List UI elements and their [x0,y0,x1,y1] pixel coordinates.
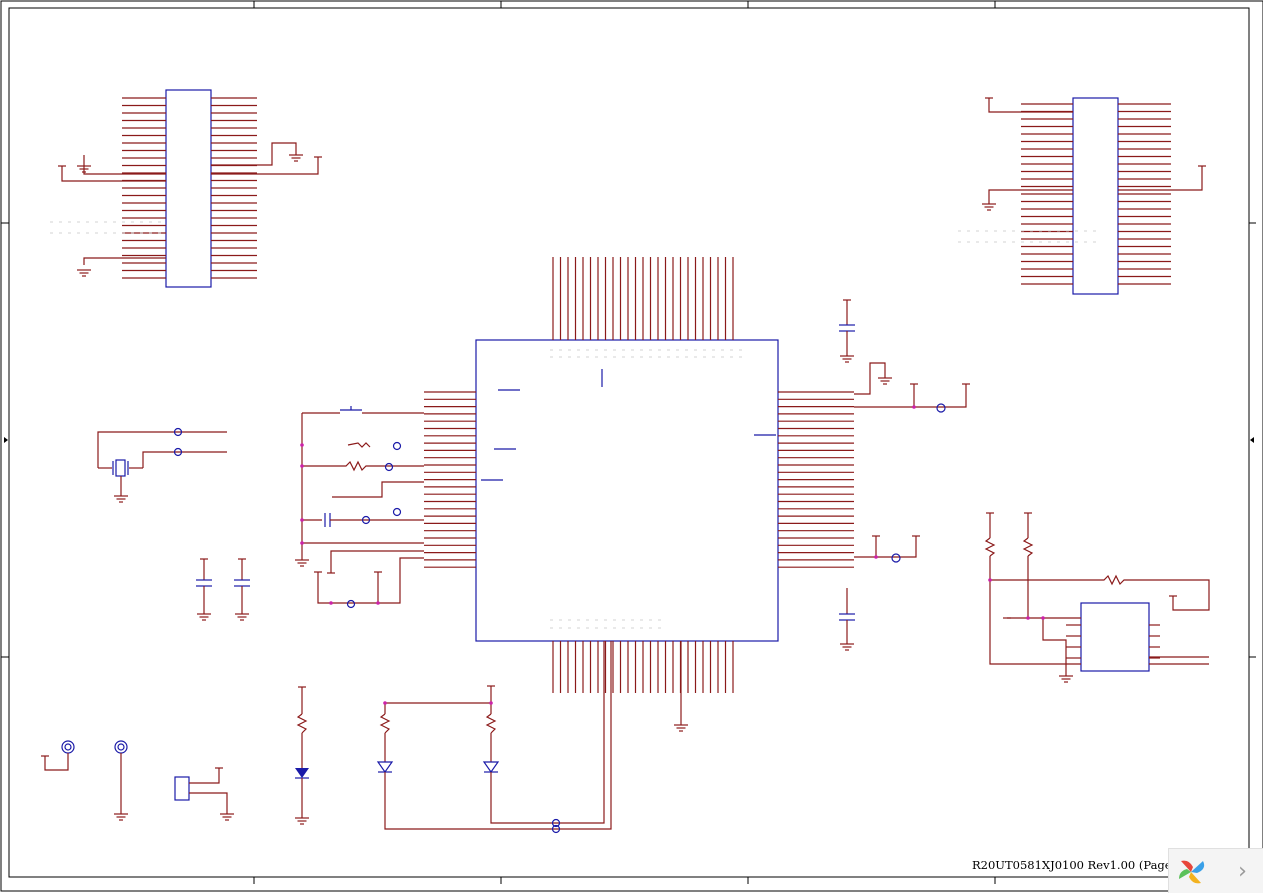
led-circuit [295,641,682,834]
pinwheel-logo-icon [1179,860,1205,884]
decoupling-capacitors [196,300,855,644]
chevron-right-icon: › [1238,858,1247,884]
viewer-nav-bar: › [1168,848,1263,893]
mcu-right-nets [854,362,967,563]
mcu-ic [424,257,854,693]
next-page-button[interactable]: › [1221,849,1263,893]
left-header-connector [61,89,319,288]
power-symbols [41,97,1206,769]
crystal-oscillator [97,427,227,496]
net-labels [50,221,1096,629]
test-point [891,553,901,563]
mcu-left-nets [301,406,424,609]
drawing-frame [0,0,1263,892]
test-point [936,403,946,413]
right-header-connector [988,97,1203,295]
serial-ic [984,513,1210,676]
schematic-drawing [0,0,1263,892]
test-jacks [44,740,228,814]
